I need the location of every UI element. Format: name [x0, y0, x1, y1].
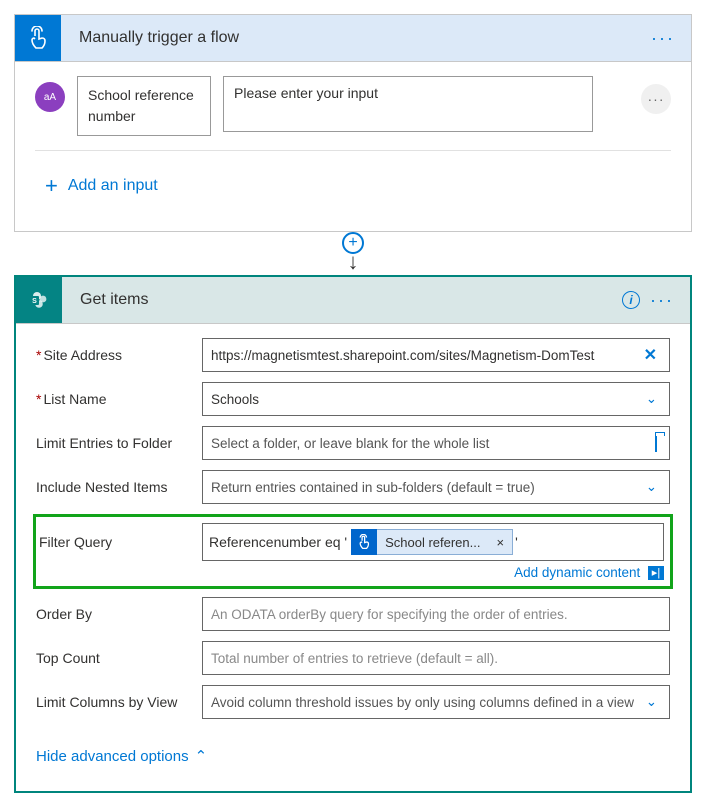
add-input-button[interactable]: + Add an input: [35, 165, 671, 217]
hide-advanced-link[interactable]: Hide advanced options ⌃: [36, 729, 670, 777]
trigger-card: Manually trigger a flow ··· aA School re…: [14, 14, 692, 232]
order-by-input[interactable]: An ODATA orderBy query for specifying th…: [202, 597, 670, 631]
limit-folder-input[interactable]: Select a folder, or leave blank for the …: [202, 426, 670, 460]
param-more-button[interactable]: ···: [641, 84, 671, 114]
action-card: S Get items i ··· Site Address https://m…: [14, 275, 692, 793]
divider: [35, 150, 671, 151]
top-count-label: Top Count: [36, 650, 202, 666]
action-more-button[interactable]: ···: [646, 284, 678, 317]
trigger-more-button[interactable]: ···: [647, 22, 679, 55]
list-name-select[interactable]: Schools ⌄: [202, 382, 670, 416]
limit-folder-label: Limit Entries to Folder: [36, 435, 202, 451]
limit-cols-select[interactable]: Avoid column threshold issues by only us…: [202, 685, 670, 719]
dynamic-content-toggle-icon[interactable]: ▸|: [648, 566, 664, 580]
filter-query-highlight: Filter Query Referencenumber eq ' School…: [33, 514, 673, 589]
chevron-down-icon[interactable]: ⌄: [642, 391, 661, 407]
top-count-input[interactable]: Total number of entries to retrieve (def…: [202, 641, 670, 675]
touch-icon: [351, 529, 377, 555]
chevron-up-icon: ⌃: [195, 747, 208, 765]
param-prompt-input[interactable]: Please enter your input: [223, 76, 593, 132]
svg-text:S: S: [32, 298, 37, 305]
touch-icon: [15, 15, 61, 61]
chevron-down-icon[interactable]: ⌄: [642, 479, 661, 495]
sharepoint-icon: S: [16, 277, 62, 323]
action-title: Get items: [62, 291, 622, 309]
clear-icon[interactable]: ✕: [640, 345, 661, 365]
text-input-type-icon: aA: [35, 82, 65, 112]
action-header[interactable]: S Get items i ···: [16, 277, 690, 324]
plus-icon: +: [45, 173, 58, 199]
action-body: Site Address https://magnetismtest.share…: [16, 324, 690, 791]
nested-select[interactable]: Return entries contained in sub-folders …: [202, 470, 670, 504]
list-name-label: List Name: [36, 391, 202, 407]
trigger-title: Manually trigger a flow: [61, 29, 647, 47]
filter-label: Filter Query: [36, 534, 202, 550]
trigger-header[interactable]: Manually trigger a flow ···: [15, 15, 691, 62]
filter-query-input[interactable]: Referencenumber eq ' School referen... ×…: [202, 523, 664, 561]
nested-label: Include Nested Items: [36, 479, 202, 495]
add-input-label: Add an input: [68, 177, 158, 195]
add-dynamic-content-link[interactable]: Add dynamic content: [514, 565, 640, 580]
dynamic-content-token[interactable]: School referen... ×: [351, 529, 513, 555]
chevron-down-icon[interactable]: ⌄: [642, 694, 661, 710]
site-address-label: Site Address: [36, 347, 202, 363]
info-icon[interactable]: i: [622, 291, 640, 309]
site-address-input[interactable]: https://magnetismtest.sharepoint.com/sit…: [202, 338, 670, 372]
trigger-body: aA School reference number Please enter …: [15, 62, 691, 231]
limit-cols-label: Limit Columns by View: [36, 694, 202, 710]
order-by-label: Order By: [36, 606, 202, 622]
param-name-input[interactable]: School reference number: [77, 76, 211, 136]
arrow-down-icon: ↓: [348, 249, 359, 275]
remove-token-icon[interactable]: ×: [488, 535, 512, 550]
folder-picker-icon[interactable]: [651, 436, 661, 451]
connector: + ↓: [14, 232, 692, 275]
